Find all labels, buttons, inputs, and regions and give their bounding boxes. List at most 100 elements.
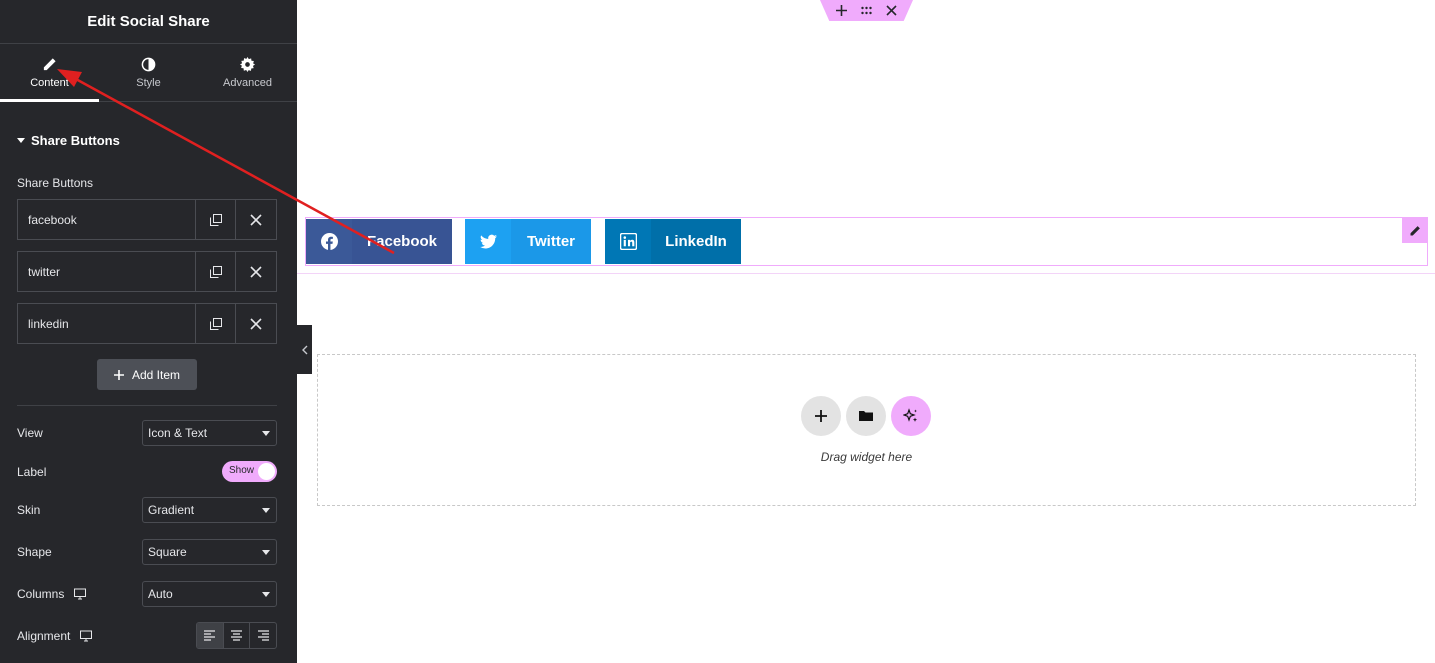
- shape-label: Shape: [17, 545, 52, 559]
- copy-icon: [209, 265, 222, 278]
- align-left-button[interactable]: [197, 623, 224, 648]
- tab-content-label: Content: [30, 76, 69, 89]
- desktop-icon[interactable]: [74, 588, 87, 600]
- duplicate-button[interactable]: [196, 304, 236, 343]
- section-handle: [820, 0, 913, 21]
- tab-style[interactable]: Style: [99, 44, 198, 101]
- twitter-share-button[interactable]: Twitter: [465, 219, 591, 264]
- chevron-left-icon: [301, 345, 307, 354]
- remove-button[interactable]: [236, 304, 276, 343]
- close-icon: [250, 265, 262, 278]
- panel-header: Edit Social Share: [0, 0, 297, 44]
- repeater-item[interactable]: linkedin: [17, 303, 277, 344]
- drag-dots-icon[interactable]: [861, 5, 872, 16]
- label-toggle[interactable]: Show: [222, 461, 277, 482]
- columns-label-text: Columns: [17, 587, 65, 601]
- drop-zone-text: Drag widget here: [820, 450, 913, 464]
- add-item-label: Add Item: [131, 367, 181, 382]
- chevron-down-icon: [262, 550, 270, 555]
- plus-icon: [815, 410, 827, 422]
- align-center-button[interactable]: [224, 623, 251, 648]
- repeater-label: Share Buttons: [17, 176, 94, 190]
- close-icon[interactable]: [886, 5, 897, 16]
- editor-root: Edit Social Share Content Style Advanced…: [0, 0, 1435, 663]
- chevron-down-icon: [262, 431, 270, 436]
- view-select[interactable]: Icon & Text: [142, 420, 277, 446]
- tab-advanced-label: Advanced: [223, 76, 272, 89]
- panel-title: Edit Social Share: [87, 13, 210, 30]
- twitter-icon-box: [465, 219, 511, 264]
- duplicate-button[interactable]: [196, 200, 236, 239]
- gear-icon: [240, 56, 255, 72]
- duplicate-button[interactable]: [196, 252, 236, 291]
- plus-icon: [113, 369, 124, 380]
- label-label-text: Label: [17, 465, 47, 479]
- view-label-text: View: [17, 426, 43, 440]
- tab-content[interactable]: Content: [0, 44, 99, 102]
- skin-select-value: Gradient: [148, 503, 195, 517]
- caret-down-icon: [17, 138, 25, 143]
- remove-button[interactable]: [236, 200, 276, 239]
- panel-tabs: Content Style Advanced: [0, 44, 297, 102]
- columns-label: Columns: [17, 587, 87, 601]
- tab-advanced[interactable]: Advanced: [198, 44, 297, 101]
- plus-icon[interactable]: [836, 5, 847, 16]
- section-toggle-share-buttons[interactable]: Share Buttons: [17, 133, 120, 148]
- collapse-panel-button[interactable]: [297, 325, 312, 374]
- skin-label: Skin: [17, 503, 40, 517]
- shape-select[interactable]: Square: [142, 539, 277, 565]
- alignment-control: [196, 622, 277, 649]
- skin-select[interactable]: Gradient: [142, 497, 277, 523]
- facebook-share-label: Facebook: [352, 219, 452, 264]
- repeater-item-title[interactable]: linkedin: [18, 304, 196, 343]
- desktop-icon[interactable]: [80, 630, 93, 642]
- add-template-button[interactable]: [846, 396, 886, 436]
- linkedin-icon-box: [605, 219, 651, 264]
- repeater-item[interactable]: facebook: [17, 199, 277, 240]
- container-outline: [297, 273, 1435, 274]
- linkedin-share-button[interactable]: LinkedIn: [605, 219, 741, 264]
- alignment-label-text: Alignment: [17, 629, 71, 643]
- copy-icon: [209, 317, 222, 330]
- linkedin-icon: [619, 233, 637, 250]
- folder-icon: [859, 411, 873, 421]
- facebook-icon: [320, 233, 338, 250]
- add-section-button[interactable]: [801, 396, 841, 436]
- shape-select-value: Square: [148, 545, 187, 559]
- skin-label-text: Skin: [17, 503, 41, 517]
- copy-icon: [209, 213, 222, 226]
- chevron-down-icon: [262, 592, 270, 597]
- columns-select-value: Auto: [148, 587, 173, 601]
- repeater-item-title[interactable]: facebook: [18, 200, 196, 239]
- linkedin-share-label: LinkedIn: [651, 219, 741, 264]
- section-title: Share Buttons: [31, 133, 120, 148]
- view-label: View: [17, 426, 43, 440]
- pencil-icon: [1410, 225, 1420, 235]
- close-icon: [250, 213, 262, 226]
- tab-style-label: Style: [136, 76, 161, 89]
- align-left-icon: [204, 630, 216, 641]
- alignment-label: Alignment: [17, 629, 93, 643]
- editor-panel: Edit Social Share Content Style Advanced…: [0, 0, 297, 663]
- facebook-icon-box: [306, 219, 352, 264]
- edit-widget-button[interactable]: [1402, 218, 1427, 243]
- ai-button[interactable]: [891, 396, 931, 436]
- repeater-item-title[interactable]: twitter: [18, 252, 196, 291]
- columns-select[interactable]: Auto: [142, 581, 277, 607]
- half-circle-icon: [141, 57, 156, 71]
- twitter-share-label: Twitter: [511, 219, 591, 264]
- divider: [17, 405, 277, 406]
- add-item-button[interactable]: Add Item: [97, 359, 197, 390]
- toggle-text: Show: [229, 465, 255, 476]
- chevron-down-icon: [262, 508, 270, 513]
- shape-label-text: Shape: [17, 545, 52, 559]
- pencil-icon: [43, 57, 56, 70]
- close-icon: [250, 317, 262, 330]
- sparkle-icon: [903, 408, 918, 422]
- repeater-item[interactable]: twitter: [17, 251, 277, 292]
- remove-button[interactable]: [236, 252, 276, 291]
- facebook-share-button[interactable]: Facebook: [306, 219, 452, 264]
- twitter-icon: [479, 234, 497, 249]
- align-right-button[interactable]: [250, 623, 276, 648]
- align-right-icon: [257, 630, 269, 641]
